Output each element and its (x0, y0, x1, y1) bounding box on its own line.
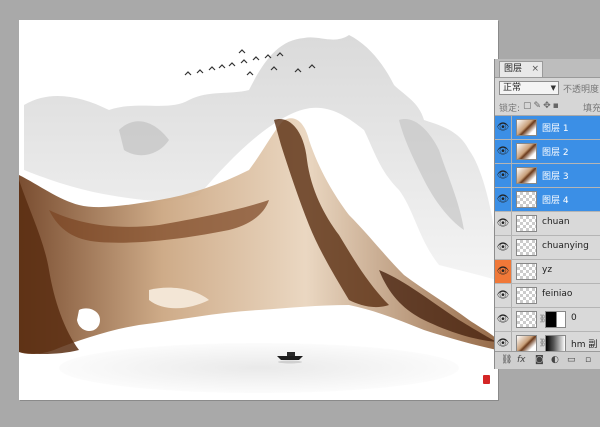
layer-row-yz[interactable]: 👁 yz (495, 260, 600, 284)
layer-name: hm 副 (571, 340, 598, 350)
layer-name: feiniao (542, 289, 573, 299)
layer-thumbnail (516, 311, 537, 328)
mask-icon[interactable]: ◙ (535, 355, 544, 365)
layer-row-layer1[interactable]: 👁 图层 1 (495, 116, 600, 140)
layer-name: 图层 2 (542, 148, 569, 158)
layer-row-0[interactable]: 👁 ⛓ 0 (495, 308, 600, 332)
layer-row-layer2[interactable]: 👁 图层 2 (495, 140, 600, 164)
layer-row-layer3[interactable]: 👁 图层 3 (495, 164, 600, 188)
layer-name: chuanying (542, 241, 589, 251)
layer-thumbnail (516, 143, 537, 160)
layer-mask-thumbnail[interactable] (545, 335, 566, 352)
layer-row-feiniao[interactable]: 👁 feiniao (495, 284, 600, 308)
panel-tab-bar: 图层 × (495, 59, 600, 78)
layer-name: chuan (542, 217, 570, 227)
layer-thumbnail (516, 191, 537, 208)
tab-layers-label: 图层 (504, 64, 523, 74)
blend-row: 正常 ▼ 不透明度 (495, 78, 600, 98)
layer-name: 图层 4 (542, 196, 569, 206)
new-layer-icon[interactable]: ▫ (585, 355, 591, 365)
eye-icon[interactable]: 👁 (495, 140, 512, 163)
lock-options[interactable]: ▢✎✥▪ (523, 101, 561, 111)
lock-paint-icon[interactable]: ✎ (534, 101, 544, 111)
layer-thumbnail (516, 167, 537, 184)
blend-mode-select[interactable]: 正常 ▼ (499, 81, 559, 95)
layer-row-layer4[interactable]: 👁 图层 4 (495, 188, 600, 212)
document-canvas[interactable] (19, 20, 498, 400)
close-icon[interactable]: × (531, 62, 539, 76)
layer-name: 0 (571, 313, 577, 323)
eye-icon[interactable]: 👁 (495, 260, 512, 283)
chevron-down-icon: ▼ (550, 84, 556, 92)
lock-icon[interactable]: ▪ (553, 101, 561, 111)
lock-move-icon[interactable]: ✥ (543, 101, 553, 111)
fill-label: 填充 (583, 104, 600, 114)
fx-icon[interactable]: fx (517, 355, 526, 365)
opacity-label: 不透明度 (563, 85, 600, 95)
panel-bottom-toolbar: ⛓ fx ◙ ◐ ▭ ▫ (495, 351, 600, 369)
eye-icon[interactable]: 👁 (495, 284, 512, 307)
eye-icon[interactable]: 👁 (495, 212, 512, 235)
layer-name: yz (542, 265, 553, 275)
layer-row-chuanying[interactable]: 👁 chuanying (495, 236, 600, 260)
layer-thumbnail (516, 119, 537, 136)
layer-thumbnail (516, 215, 537, 232)
eye-icon[interactable]: 👁 (495, 308, 512, 331)
layer-name: 图层 3 (542, 172, 569, 182)
layer-thumbnail (516, 335, 537, 352)
layers-list: 👁 图层 1 👁 图层 2 👁 图层 3 👁 图层 4 👁 chuan 👁 ch… (495, 116, 600, 356)
red-seal (483, 375, 490, 384)
lock-row: 锁定: ▢✎✥▪ 填充 (495, 99, 600, 116)
link-icon[interactable]: ⛓ (501, 355, 512, 365)
lock-label: 锁定: (499, 104, 521, 114)
blend-mode-value: 正常 (503, 83, 522, 93)
folder-icon[interactable]: ▭ (567, 355, 576, 365)
eye-icon[interactable]: 👁 (495, 236, 512, 259)
layer-thumbnail (516, 287, 537, 304)
layer-thumbnail (516, 263, 537, 280)
tab-layers[interactable]: 图层 × (499, 61, 543, 77)
layer-name: 图层 1 (542, 124, 569, 134)
adjustment-icon[interactable]: ◐ (551, 355, 559, 365)
eye-icon[interactable]: 👁 (495, 116, 512, 139)
lock-transparency-icon[interactable]: ▢ (523, 101, 534, 111)
layer-thumbnail (516, 239, 537, 256)
eye-icon[interactable]: 👁 (495, 164, 512, 187)
layer-mask-thumbnail[interactable] (545, 311, 566, 328)
layer-row-chuan[interactable]: 👁 chuan (495, 212, 600, 236)
eye-icon[interactable]: 👁 (495, 188, 512, 211)
ink-landscape-artwork (19, 35, 497, 393)
layers-panel: 图层 × 正常 ▼ 不透明度 锁定: ▢✎✥▪ 填充 👁 图层 1 👁 图层 2… (494, 59, 600, 369)
